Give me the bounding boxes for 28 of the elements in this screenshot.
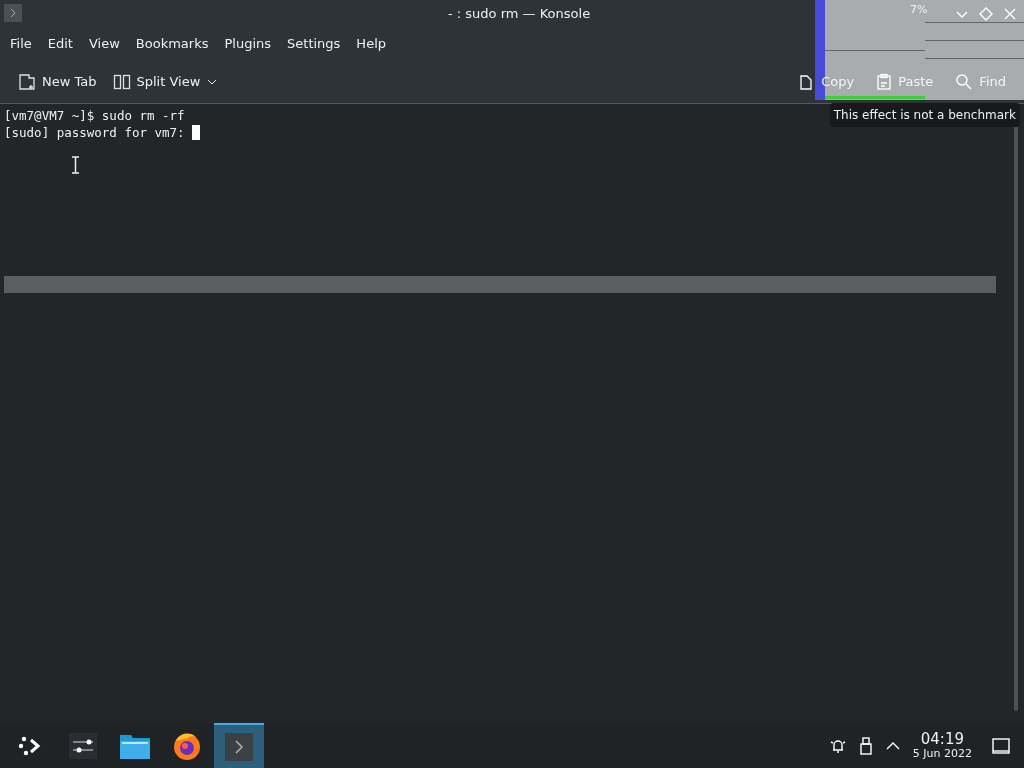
terminal-line: [vm7@VM7 ~]$ sudo rm -rf xyxy=(4,107,185,124)
usb-drive-icon[interactable] xyxy=(858,736,873,755)
menu-item[interactable]: Plugins xyxy=(216,34,280,54)
terminal-icon xyxy=(4,4,22,22)
search-icon xyxy=(955,72,974,91)
text-cursor-icon xyxy=(71,156,80,174)
terminal-line: [sudo] password for vm7: xyxy=(4,124,186,141)
menu-item[interactable]: Edit xyxy=(39,34,81,54)
split-view-icon xyxy=(112,72,131,91)
show-desktop-icon[interactable] xyxy=(992,736,1010,755)
new-tab-icon xyxy=(18,72,36,91)
text-cursor xyxy=(192,125,201,140)
clipboard-icon xyxy=(876,72,893,91)
menu-item[interactable]: Bookmarks xyxy=(127,34,217,54)
menu-item[interactable]: Settings xyxy=(279,34,349,54)
toolbar-button[interactable]: New Tab xyxy=(12,67,103,96)
clock-time[interactable]: 04:19 xyxy=(920,732,964,747)
toolbar-button[interactable]: Split View xyxy=(106,67,225,96)
menu-item[interactable]: Help xyxy=(348,34,394,54)
menu-item[interactable]: View xyxy=(80,34,128,54)
terminal-icon xyxy=(225,732,253,761)
sliders-icon xyxy=(69,732,97,759)
overlay-label: 7% xyxy=(910,2,928,18)
folder-icon xyxy=(120,732,150,759)
window-title: - : sudo rm — Konsole xyxy=(448,5,591,24)
menu-item[interactable]: File xyxy=(2,34,40,54)
tooltip: This effect is not a benchmark xyxy=(829,103,1020,127)
clock-date[interactable]: 5 Jun 2022 xyxy=(912,748,972,759)
